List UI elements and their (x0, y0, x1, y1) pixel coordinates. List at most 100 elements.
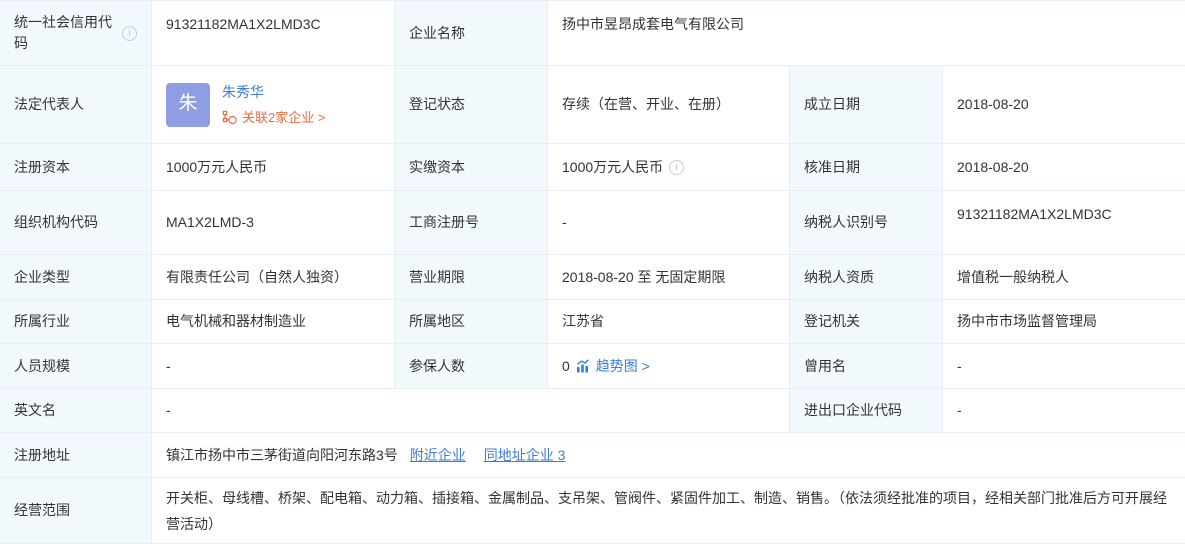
field-value-region: 江苏省 (548, 300, 790, 344)
field-label-reg-capital: 注册资本 (0, 144, 152, 191)
field-value-legal-rep: 朱 朱秀华 关联2家企业 > (152, 66, 395, 144)
legal-rep-label: 法定代表人 (14, 94, 84, 115)
field-label-paid-capital: 实缴资本 (395, 144, 548, 191)
approval-date-value: 2018-08-20 (957, 157, 1029, 178)
field-value-credit-code: 91321182MA1X2LMD3C (152, 1, 395, 66)
biz-scope-label: 经营范围 (14, 500, 70, 521)
biz-reg-no-value: - (562, 212, 567, 233)
field-label-org-code: 组织机构代码 (0, 191, 152, 255)
field-value-reg-capital: 1000万元人民币 (152, 144, 395, 191)
field-value-biz-term: 2018-08-20 至 无固定期限 (548, 255, 790, 300)
approval-date-label: 核准日期 (804, 157, 860, 178)
establish-date-value: 2018-08-20 (957, 94, 1029, 115)
staff-size-value: - (166, 356, 171, 377)
field-label-import-export-code: 进出口企业代码 (790, 389, 943, 433)
former-name-label: 曾用名 (804, 356, 846, 377)
former-name-value: - (957, 356, 962, 377)
field-value-taxpayer-id: 91321182MA1X2LMD3C (943, 191, 1185, 255)
english-name-value: - (166, 400, 171, 421)
org-code-value: MA1X2LMD-3 (166, 212, 254, 233)
field-label-industry: 所属行业 (0, 300, 152, 344)
industry-label: 所属行业 (14, 311, 70, 332)
biz-reg-no-label: 工商注册号 (409, 212, 479, 233)
field-value-org-code: MA1X2LMD-3 (152, 191, 395, 255)
legal-rep-name-link[interactable]: 朱秀华 (222, 82, 325, 103)
field-label-staff-size: 人员规模 (0, 344, 152, 389)
trend-chart-link[interactable]: 趋势图 > (596, 356, 650, 377)
insured-count-label: 参保人数 (409, 356, 465, 377)
field-value-insured-count: 0 趋势图 > (548, 344, 790, 389)
field-label-former-name: 曾用名 (790, 344, 943, 389)
import-export-code-value: - (957, 400, 962, 421)
staff-size-label: 人员规模 (14, 356, 70, 377)
info-icon[interactable]: i (122, 26, 137, 41)
field-value-english-name: - (152, 389, 790, 433)
field-label-establish-date: 成立日期 (790, 66, 943, 144)
field-label-reg-address: 注册地址 (0, 433, 152, 478)
related-companies-link[interactable]: 关联2家企业 > (242, 108, 325, 128)
info-icon[interactable]: i (669, 160, 684, 175)
legal-rep-avatar[interactable]: 朱 (166, 83, 210, 127)
field-value-reg-status: 存续（在营、开业、在册） (548, 66, 790, 144)
field-value-establish-date: 2018-08-20 (943, 66, 1185, 144)
field-value-taxpayer-quality: 增值税一般纳税人 (943, 255, 1185, 300)
taxpayer-id-label: 纳税人识别号 (804, 212, 888, 233)
reg-capital-label: 注册资本 (14, 157, 70, 178)
field-label-company-type: 企业类型 (0, 255, 152, 300)
taxpayer-id-value: 91321182MA1X2LMD3C (957, 204, 1112, 225)
credit-code-value: 91321182MA1X2LMD3C (166, 14, 321, 35)
org-code-label: 组织机构代码 (14, 212, 98, 233)
field-value-industry: 电气机械和器材制造业 (152, 300, 395, 344)
field-value-staff-size: - (152, 344, 395, 389)
same-address-companies-link[interactable]: 同地址企业 3 (484, 445, 566, 466)
field-value-biz-scope: 开关柜、母线槽、桥架、配电箱、动力箱、插接箱、金属制品、支吊架、管阀件、紧固件加… (152, 478, 1185, 544)
company-name-value: 扬中市昱昂成套电气有限公司 (562, 14, 744, 35)
field-value-reg-authority: 扬中市市场监督管理局 (943, 300, 1185, 344)
field-label-taxpayer-quality: 纳税人资质 (790, 255, 943, 300)
biz-term-label: 营业期限 (409, 267, 465, 288)
region-label: 所属地区 (409, 311, 465, 332)
field-value-biz-reg-no: - (548, 191, 790, 255)
field-label-biz-term: 营业期限 (395, 255, 548, 300)
reg-address-value: 镇江市扬中市三茅街道向阳河东路3号 (166, 445, 398, 466)
company-name-label: 企业名称 (409, 23, 465, 44)
reg-status-value: 存续（在营、开业、在册） (562, 94, 730, 115)
import-export-code-label: 进出口企业代码 (804, 400, 902, 421)
taxpayer-quality-label: 纳税人资质 (804, 267, 874, 288)
field-value-import-export-code: - (943, 389, 1185, 433)
field-label-reg-authority: 登记机关 (790, 300, 943, 344)
credit-code-label: 统一社会信用代码 (14, 12, 116, 54)
paid-capital-label: 实缴资本 (409, 157, 465, 178)
field-label-legal-rep: 法定代表人 (0, 66, 152, 144)
field-value-former-name: - (943, 344, 1185, 389)
field-value-company-name: 扬中市昱昂成套电气有限公司 (548, 1, 1185, 66)
field-label-approval-date: 核准日期 (790, 144, 943, 191)
taxpayer-quality-value: 增值税一般纳税人 (957, 267, 1069, 288)
industry-value: 电气机械和器材制造业 (166, 311, 306, 332)
field-label-credit-code: 统一社会信用代码 i (0, 1, 152, 66)
field-label-insured-count: 参保人数 (395, 344, 548, 389)
establish-date-label: 成立日期 (804, 94, 860, 115)
region-value: 江苏省 (562, 311, 604, 332)
field-value-reg-address: 镇江市扬中市三茅街道向阳河东路3号 附近企业 同地址企业 3 (152, 433, 1185, 478)
field-label-biz-scope: 经营范围 (0, 478, 152, 544)
field-value-paid-capital: 1000万元人民币 i (548, 144, 790, 191)
reg-status-label: 登记状态 (409, 94, 465, 115)
nearby-companies-link[interactable]: 附近企业 (410, 445, 466, 466)
company-type-label: 企业类型 (14, 267, 70, 288)
reg-authority-label: 登记机关 (804, 311, 860, 332)
reg-capital-value: 1000万元人民币 (166, 157, 267, 178)
company-type-value: 有限责任公司（自然人独资） (166, 267, 348, 288)
field-label-company-name: 企业名称 (395, 1, 548, 66)
biz-term-value: 2018-08-20 至 无固定期限 (562, 267, 725, 288)
field-value-approval-date: 2018-08-20 (943, 144, 1185, 191)
paid-capital-value: 1000万元人民币 (562, 157, 663, 178)
trend-chart-icon (576, 359, 590, 373)
biz-scope-value: 开关柜、母线槽、桥架、配电箱、动力箱、插接箱、金属制品、支吊架、管阀件、紧固件加… (166, 485, 1171, 537)
english-name-label: 英文名 (14, 400, 56, 421)
field-label-region: 所属地区 (395, 300, 548, 344)
reg-authority-value: 扬中市市场监督管理局 (957, 311, 1097, 332)
field-label-taxpayer-id: 纳税人识别号 (790, 191, 943, 255)
field-label-reg-status: 登记状态 (395, 66, 548, 144)
related-companies-icon (222, 110, 237, 125)
